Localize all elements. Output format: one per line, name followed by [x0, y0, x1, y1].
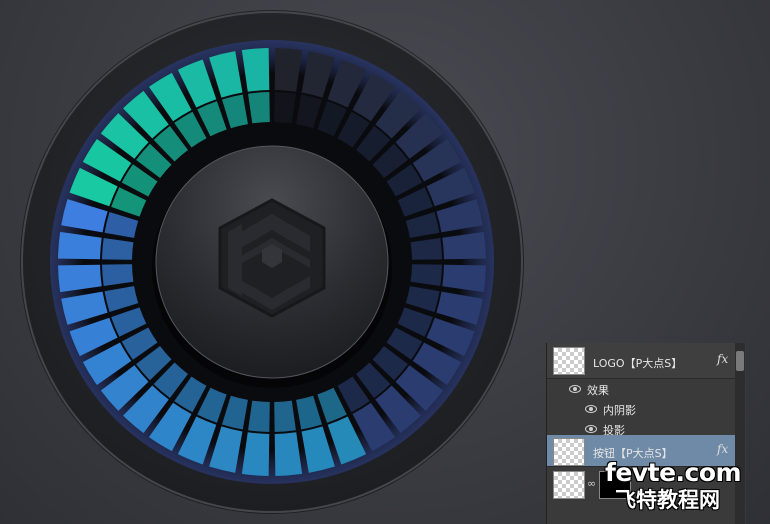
scrollbar-thumb[interactable] — [736, 351, 744, 371]
effect-row-inner-shadow[interactable]: 内阴影 — [547, 399, 737, 419]
effect-label: 内阴影 — [603, 404, 636, 417]
eye-icon[interactable] — [569, 385, 581, 393]
layer-name: LOGO【P大点S】 — [593, 357, 683, 370]
layer-thumbnail — [553, 471, 585, 499]
effects-label: 效果 — [587, 384, 609, 397]
watermark: fevte.com 飞特教程网 — [605, 458, 770, 524]
fx-icon[interactable]: fx — [717, 442, 728, 456]
layer-thumbnail — [553, 438, 585, 466]
eye-icon[interactable] — [585, 405, 597, 413]
watermark-domain: fevte.com — [605, 458, 742, 487]
watermark-site-name: 飞特教程网 — [615, 488, 720, 512]
layer-thumbnail — [553, 347, 585, 375]
fx-icon[interactable]: fx — [717, 352, 728, 366]
link-icon: ∞ — [587, 477, 597, 490]
layer-row-logo[interactable]: LOGO【P大点S】 fx — [547, 343, 737, 379]
eye-icon[interactable] — [585, 425, 597, 433]
effects-row[interactable]: 效果 — [547, 379, 737, 399]
